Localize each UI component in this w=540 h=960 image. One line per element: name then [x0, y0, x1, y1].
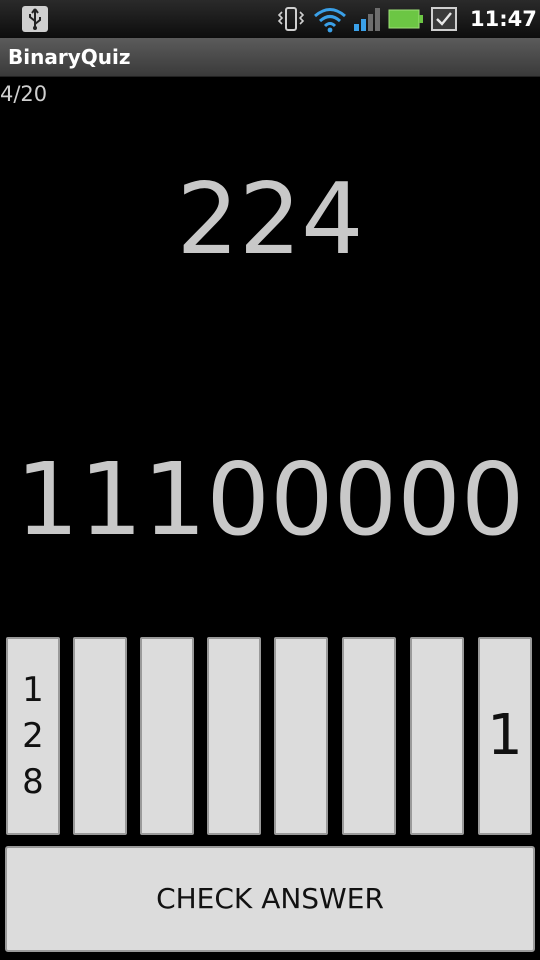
title-bar: BinaryQuiz [0, 38, 540, 77]
usb-icon [22, 6, 48, 32]
bit-button-4[interactable] [342, 637, 396, 835]
bit-button-8[interactable] [274, 637, 328, 835]
app-title: BinaryQuiz [8, 45, 131, 69]
decimal-number: 224 [176, 163, 364, 277]
bit-button-row: 128 1 [0, 637, 540, 839]
question-progress: 4/20 [0, 82, 48, 106]
bit-button-1[interactable]: 1 [478, 637, 532, 835]
battery-icon [388, 9, 423, 29]
bit-button-16[interactable] [207, 637, 261, 835]
vibrate-icon [277, 7, 305, 31]
bit-button-128[interactable]: 128 [6, 637, 60, 835]
signal-icon [354, 8, 380, 31]
check-answer-button[interactable]: CHECK ANSWER [5, 846, 535, 952]
status-clock: 11:47 [470, 7, 537, 31]
bit-button-label: 128 [22, 670, 44, 802]
bit-button-label: 1 [487, 703, 523, 768]
bit-button-2[interactable] [410, 637, 464, 835]
wifi-icon [314, 8, 346, 33]
status-bar: 11:47 [0, 0, 540, 38]
bit-button-64[interactable] [73, 637, 127, 835]
binary-number: 11100000 [15, 441, 525, 558]
checkbox-icon [431, 7, 457, 31]
bit-button-32[interactable] [140, 637, 194, 835]
